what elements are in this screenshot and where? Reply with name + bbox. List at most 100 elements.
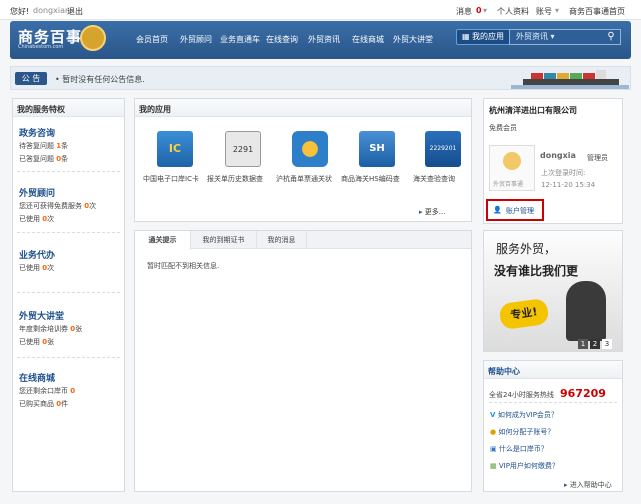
nav-online-mall[interactable]: 在线商城 [352, 34, 384, 45]
service-line: 已使用 0次 [19, 263, 54, 273]
chevron-down-icon: ▾ [550, 32, 555, 41]
help-item[interactable]: ● 如何分配子账号？ [490, 427, 554, 437]
service-line-label: 已答复问题 [19, 155, 57, 163]
apps-icon: ▦ [461, 32, 473, 41]
promo-page-2[interactable]: 2 [590, 339, 600, 349]
app-label: 沪杭甬单票通关状 [276, 175, 332, 183]
my-apps-button[interactable]: ▦ 我的应用 [456, 29, 510, 45]
nav-business-express[interactable]: 业务直通车 [220, 34, 260, 45]
service-line-label: 年度剩余培训券 [19, 325, 71, 333]
my-apps-label: 我的应用 [472, 32, 505, 41]
tab-customs-tips[interactable]: 通关提示 [135, 231, 191, 250]
hs-code-icon: SH [359, 131, 395, 167]
homepage-link[interactable]: 商务百事通首页 [569, 6, 625, 17]
app-declaration-history[interactable]: 2291 报关单历史数据查 [207, 125, 273, 189]
service-line: 已使用 0张 [19, 337, 54, 347]
search-category-value: 外贸资讯 [516, 32, 548, 41]
apps-more-link[interactable]: ▸ 更多... [419, 207, 445, 217]
top-bar: 您好! dongxian 退出 消息 0 ▾ 个人资料 账号 ▾ 商务百事通首页 [0, 0, 641, 20]
app-label: 商品海关HS编码查 [341, 175, 400, 183]
service-line: 已购买商品 0件 [19, 399, 68, 409]
main-header: 商务百事 Chinabestom.com 会员首页 外贸顾问 业务直通车 在线查… [10, 21, 631, 59]
service-line-label: 您还可获得免费服务 [19, 202, 85, 210]
avatar[interactable]: 外贸百事通 [489, 145, 535, 191]
help-item[interactable]: ▦ VIP用户如何缴费？ [490, 461, 559, 471]
company-name: 杭州清洋进出口有限公司 [489, 106, 577, 115]
service-unit: 件 [61, 400, 69, 408]
help-item-label: 如何分配子账号？ [498, 428, 555, 436]
service-line: 已使用 0次 [19, 214, 54, 224]
account-manage-button[interactable]: 👤 账户管理 [486, 199, 544, 221]
promo-line-1: 服务外贸， [496, 242, 557, 256]
nav-trade-news[interactable]: 外贸资讯 [308, 34, 340, 45]
document-icon: 2291 [225, 131, 261, 167]
divider [17, 292, 120, 293]
divider [17, 171, 120, 172]
vip-icon: V [490, 411, 498, 419]
greeting-text: 您好! [10, 7, 30, 16]
nav-trade-lecture[interactable]: 外贸大讲堂 [393, 34, 433, 45]
notice-bar: 公 告 • 暂时没有任何公告信息. [10, 66, 631, 90]
service-unit: 张 [75, 325, 83, 333]
app-hs-code[interactable]: SH 商品海关HS编码查 [341, 125, 407, 189]
member-level: 免费会员 [489, 124, 517, 132]
account-role: 管理员 [587, 154, 608, 162]
hotline-number: 967209 [560, 387, 606, 400]
promo-banner[interactable]: 服务外贸， 没有谁比我们更 专业! 1 2 3 [483, 230, 623, 352]
app-ic-card[interactable]: IC 中国电子口岸IC卡 [143, 125, 205, 189]
account-menu[interactable]: 账号 [536, 6, 552, 17]
divider [17, 232, 120, 233]
promo-page-1[interactable]: 1 [578, 339, 588, 349]
service-line-label: 您还剩余口岸币 [19, 387, 71, 395]
nav-trade-consultant[interactable]: 外贸顾问 [180, 34, 212, 45]
avatar-caption: 外贸百事通 [493, 181, 524, 188]
nav-online-query[interactable]: 在线查询 [266, 34, 298, 45]
service-title[interactable]: 外贸大讲堂 [19, 309, 64, 322]
account-panel: 杭州清洋进出口有限公司 免费会员 外贸百事通 dongxia 管理员 上次登录时… [483, 98, 623, 224]
service-title[interactable]: 外贸顾问 [19, 186, 55, 199]
inspection-icon: 2229201 [425, 131, 461, 167]
search-icon[interactable]: ⚲ [601, 29, 621, 45]
cargo-ship-icon [511, 70, 629, 89]
chevron-down-icon: ▾ [555, 6, 560, 15]
user-icon: 👤 [493, 206, 502, 214]
tabs-panel: 通关提示 我的到期证书 我的消息 暂时匹配不到相关信息. [134, 230, 472, 492]
help-panel: 帮助中心 全省24小时服务热线 967209 V 如何成为VIP会员？ ● 如何… [483, 360, 623, 492]
account-username: dongxia [540, 151, 576, 160]
help-item-label: 什么是口岸币？ [498, 445, 548, 453]
service-unit: 次 [47, 264, 55, 272]
tab-expiring-certificates[interactable]: 我的到期证书 [191, 231, 257, 249]
app-inspection-query[interactable]: 2229201 海关查验查询 [413, 125, 473, 189]
customs-seal-icon [292, 131, 328, 167]
username-link[interactable]: dongxian [33, 6, 70, 15]
chevron-down-icon: ▾ [483, 6, 488, 15]
help-item-label: 如何成为VIP会员？ [497, 411, 558, 419]
personal-info-link[interactable]: 个人资料 [497, 6, 529, 17]
card-icon: ▣ [490, 445, 499, 453]
app-label: 中国电子口岸IC卡 [143, 175, 199, 183]
grid-icon: ▦ [490, 462, 499, 470]
service-line-label: 已购买商品 [19, 400, 57, 408]
tab-my-messages[interactable]: 我的消息 [257, 231, 307, 249]
messages-link[interactable]: 消息 [456, 6, 472, 17]
promo-page-3[interactable]: 3 [602, 339, 612, 349]
service-line-label: 待答复问题 [19, 142, 57, 150]
more-label: 更多... [424, 208, 446, 216]
help-item-label: VIP用户如何缴费？ [498, 462, 559, 470]
last-login-time: 12-11-20 15:34 [541, 181, 596, 189]
message-count-badge: 0 [476, 6, 482, 15]
service-title[interactable]: 政务咨询 [19, 126, 55, 139]
help-title: 帮助中心 [484, 361, 622, 379]
service-title[interactable]: 业务代办 [19, 248, 55, 261]
logout-link[interactable]: 退出 [67, 6, 83, 17]
help-item[interactable]: ▣ 什么是口岸币？ [490, 444, 548, 454]
service-line-label: 已使用 [19, 264, 43, 272]
app-customs-status[interactable]: 沪杭甬单票通关状 [276, 125, 340, 189]
help-center-link[interactable]: ▸ 进入帮助中心 [564, 480, 612, 490]
help-item[interactable]: V 如何成为VIP会员？ [490, 410, 558, 420]
service-unit: 次 [89, 202, 97, 210]
notice-label: 公 告 [15, 72, 47, 85]
nav-member-home[interactable]: 会员首页 [136, 34, 168, 45]
divider [17, 357, 120, 358]
service-title[interactable]: 在线商城 [19, 371, 55, 384]
